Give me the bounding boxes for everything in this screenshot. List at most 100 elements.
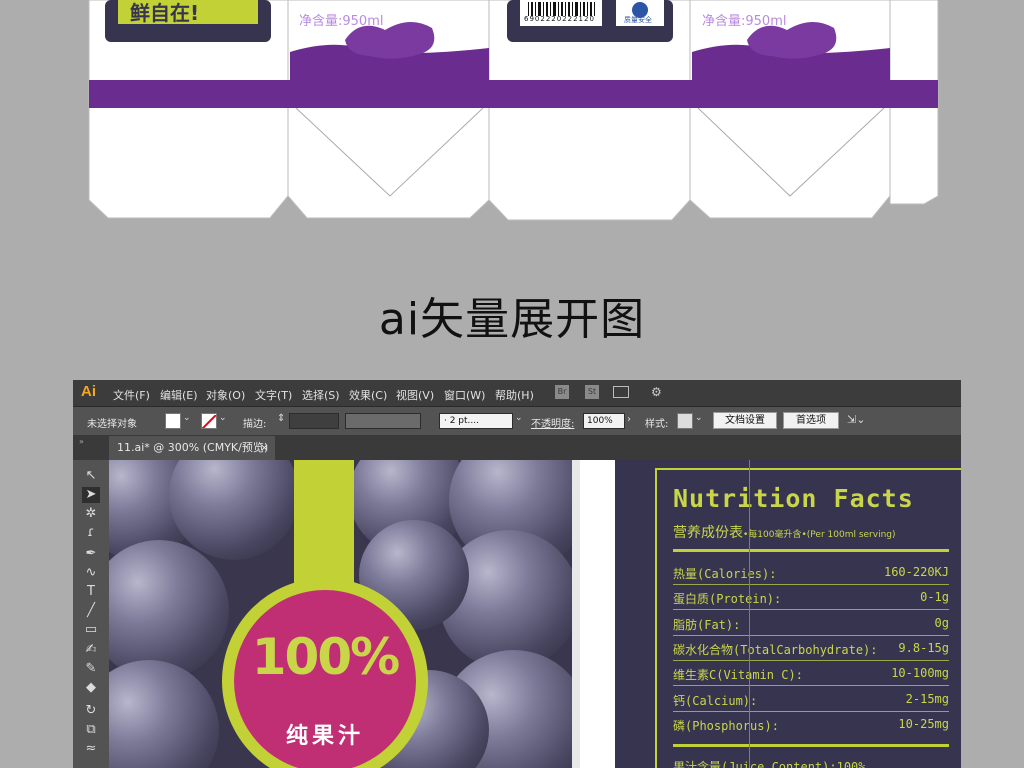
chevron-down-icon[interactable]: ⌄ bbox=[515, 413, 523, 423]
rotate-tool-icon[interactable]: ↻ bbox=[82, 703, 100, 719]
eraser-tool-icon[interactable]: ◆ bbox=[82, 680, 100, 696]
nutrition-panel: Nutrition Facts 营养成份表•每100毫升含•(Per 100ml… bbox=[615, 460, 961, 768]
shaper-tool-icon[interactable]: ✎ bbox=[82, 661, 100, 677]
document-tab[interactable]: 11.ai* @ 300% (CMYK/预览) × bbox=[109, 436, 275, 460]
chevron-down-icon[interactable]: ⌄ bbox=[219, 413, 227, 423]
nutrition-row: 热量(Calories): 160-220KJ bbox=[673, 562, 949, 585]
slogan-fragment: 鲜自在! bbox=[130, 1, 200, 25]
curvature-tool-icon[interactable]: ∿ bbox=[82, 565, 100, 581]
nutrition-label: 钙(Calcium): bbox=[673, 694, 758, 708]
chevron-right-icon[interactable]: › bbox=[627, 414, 631, 425]
fill-swatch[interactable] bbox=[165, 413, 181, 429]
nutrition-rule-bottom bbox=[673, 744, 949, 747]
chevron-down-icon[interactable]: ⌄ bbox=[695, 413, 703, 423]
rectangle-tool-icon[interactable]: ▭ bbox=[82, 622, 100, 638]
nutrition-subtitle-small: •每100毫升含•(Per 100ml serving) bbox=[743, 530, 896, 540]
purple-band bbox=[89, 80, 938, 108]
stroke-label: 描边: bbox=[243, 419, 267, 430]
panel-collapse-icon[interactable]: » bbox=[79, 437, 84, 446]
width-tool-icon[interactable]: ≈ bbox=[82, 741, 100, 757]
pen-tool-icon[interactable]: ✒ bbox=[82, 546, 100, 562]
grape-photo: 100% 纯果汁 bbox=[109, 460, 572, 768]
menu-select[interactable]: 选择(S) bbox=[302, 387, 340, 403]
workspace-layout-icon[interactable] bbox=[613, 386, 629, 398]
nutrition-row: 蛋白质(Protein): 0-1g bbox=[673, 587, 949, 610]
badge-percent: 100% bbox=[251, 628, 400, 686]
nutrition-value: 2-15mg bbox=[905, 692, 949, 706]
menu-bar: Ai 文件(F) 编辑(E) 对象(O) 文字(T) 选择(S) 效果(C) 视… bbox=[73, 380, 961, 407]
paintbrush-tool-icon[interactable]: ✍ bbox=[82, 642, 100, 658]
nutrition-label: 磷(Phosphorus): bbox=[673, 719, 779, 733]
nutrition-title: Nutrition Facts bbox=[673, 484, 914, 513]
nutrition-label: 蛋白质(Protein): bbox=[673, 592, 782, 606]
no-selection-label: 未选择对象 bbox=[87, 419, 137, 430]
direct-selection-tool-icon[interactable]: ➤ bbox=[82, 487, 100, 503]
nutrition-row: 碳水化合物(TotalCarbohydrate): 9.8-15g bbox=[673, 638, 949, 661]
stroke-width-field[interactable] bbox=[289, 413, 339, 429]
graphic-style-swatch[interactable] bbox=[677, 413, 693, 429]
grape bbox=[109, 660, 219, 768]
net-content-label-right: 净含量:950ml bbox=[702, 14, 787, 29]
ruler-guide bbox=[749, 460, 750, 768]
nutrition-value: 10-25mg bbox=[898, 717, 949, 731]
lasso-tool-icon[interactable]: ɾ bbox=[82, 525, 100, 541]
tools-panel: ↖ ➤ ✲ ɾ ✒ ∿ T ╱ ▭ ✍ ✎ ◆ ↻ ⧉ ≈ bbox=[73, 460, 109, 768]
nutrition-rule-top bbox=[673, 549, 949, 552]
menu-window[interactable]: 窗口(W) bbox=[444, 387, 485, 403]
juice-content-line: 果汁含量(Juice Content):100% bbox=[673, 760, 866, 768]
bridge-icon[interactable]: Br bbox=[555, 385, 569, 399]
menu-object[interactable]: 对象(O) bbox=[206, 387, 245, 403]
menu-file[interactable]: 文件(F) bbox=[113, 387, 150, 403]
nutrition-value: 0-1g bbox=[920, 590, 949, 604]
menu-view[interactable]: 视图(V) bbox=[396, 387, 434, 403]
artboard-canvas[interactable]: 100% 纯果汁 Nutrition Facts 营养成份表•每100毫升含•(… bbox=[109, 460, 961, 768]
style-label: 样式: bbox=[645, 419, 669, 430]
close-icon[interactable]: × bbox=[260, 436, 269, 460]
nutrition-row: 磷(Phosphorus): 10-25mg bbox=[673, 714, 949, 736]
selection-tool-icon[interactable]: ↖ bbox=[82, 468, 100, 484]
nutrition-value: 160-220KJ bbox=[883, 565, 949, 579]
nutrition-subtitle-cn: 营养成份表 bbox=[673, 525, 743, 541]
stepper-icon[interactable]: ⇕ bbox=[277, 413, 285, 424]
document-tab-bar: » 11.ai* @ 300% (CMYK/预览) × bbox=[73, 436, 961, 460]
chevron-down-icon[interactable]: ⌄ bbox=[183, 413, 191, 423]
line-tool-icon[interactable]: ╱ bbox=[82, 603, 100, 619]
nutrition-label: 碳水化合物(TotalCarbohydrate): bbox=[673, 643, 878, 657]
nutrition-label: 维生素C(Vitamin C): bbox=[673, 668, 803, 682]
barcode-number: 6902220222120 bbox=[524, 15, 595, 23]
nutrition-row: 脂肪(Fat): 0g bbox=[673, 613, 949, 636]
document-setup-button[interactable]: 文档设置 bbox=[713, 412, 777, 429]
qs-label: 质量安全 bbox=[624, 16, 652, 24]
menu-type[interactable]: 文字(T) bbox=[255, 387, 292, 403]
variable-width-profile[interactable] bbox=[345, 413, 421, 429]
stock-icon[interactable]: St bbox=[585, 385, 599, 399]
gpu-performance-icon[interactable]: ⚙ bbox=[651, 385, 662, 399]
net-content-label-left: 净含量:950ml bbox=[299, 14, 384, 29]
type-tool-icon[interactable]: T bbox=[82, 584, 100, 600]
document-tab-title: 11.ai* @ 300% (CMYK/预览) bbox=[117, 441, 269, 454]
stroke-swatch[interactable] bbox=[201, 413, 217, 429]
menu-edit[interactable]: 编辑(E) bbox=[160, 387, 198, 403]
brush-definition[interactable]: · 2 pt.... bbox=[439, 413, 513, 429]
magic-wand-tool-icon[interactable]: ✲ bbox=[82, 506, 100, 522]
grape bbox=[169, 460, 299, 560]
nutrition-value: 10-100mg bbox=[891, 666, 949, 680]
nutrition-value: 0g bbox=[934, 616, 949, 630]
menu-help[interactable]: 帮助(H) bbox=[495, 387, 534, 403]
control-bar: 未选择对象 ⌄ ⌄ 描边: ⇕ · 2 pt.... ⌄ 不透明度: 100% … bbox=[73, 407, 961, 436]
package-dieline: 鲜自在! 净含量:950ml 净含量:950ml 6902220222120 质… bbox=[0, 0, 1024, 230]
opacity-field[interactable]: 100% bbox=[583, 413, 625, 429]
dieline-shapes bbox=[88, 0, 939, 221]
nutrition-row: 钙(Calcium): 2-15mg bbox=[673, 689, 949, 712]
scale-tool-icon[interactable]: ⧉ bbox=[82, 722, 100, 738]
menu-effect[interactable]: 效果(C) bbox=[349, 387, 387, 403]
artboard-gap bbox=[572, 460, 580, 768]
nutrition-label: 热量(Calories): bbox=[673, 567, 777, 581]
preferences-button[interactable]: 首选项 bbox=[783, 412, 839, 429]
nutrition-value: 9.8-15g bbox=[898, 641, 949, 655]
badge-text: 纯果汁 bbox=[285, 724, 364, 749]
opacity-label[interactable]: 不透明度: bbox=[531, 415, 574, 430]
arrange-documents-icon[interactable]: ⇲⌄ bbox=[847, 413, 865, 426]
app-logo: Ai bbox=[81, 383, 96, 400]
nutrition-row: 维生素C(Vitamin C): 10-100mg bbox=[673, 663, 949, 686]
